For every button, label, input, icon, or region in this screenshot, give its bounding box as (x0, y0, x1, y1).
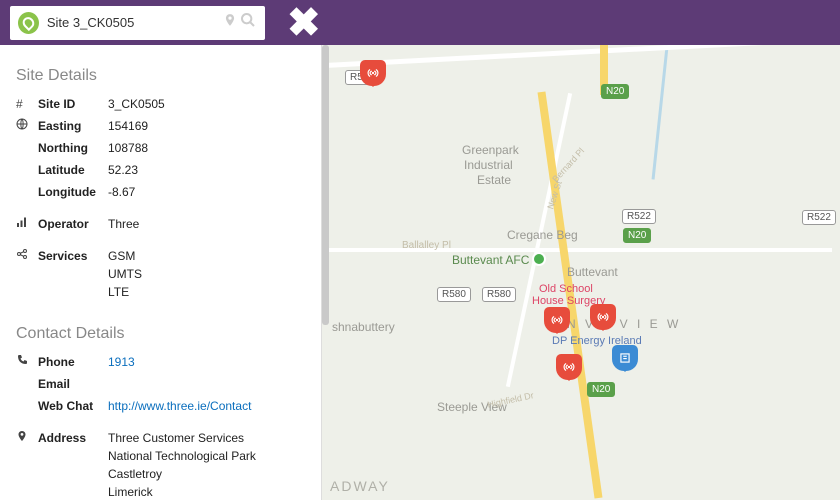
search-icon[interactable] (240, 12, 257, 33)
road-shield: R580 (482, 287, 516, 302)
place-label: N V E V I E W (567, 317, 681, 331)
services-label: Services (38, 247, 108, 301)
share-icon (16, 247, 38, 301)
street-label: Highfield Dr (486, 390, 534, 410)
hash-icon: # (16, 95, 38, 113)
road-shield: R522 (622, 209, 656, 224)
latitude-label: Latitude (38, 161, 108, 179)
easting-label: Easting (38, 117, 108, 135)
site-marker-icon[interactable] (360, 60, 386, 86)
easting-value: 154169 (108, 117, 305, 135)
webchat-label: Web Chat (38, 397, 108, 415)
search-input[interactable] (47, 15, 223, 30)
main-map[interactable]: R522 R522 R522 R580 R580 N20 N20 N20 Gre… (322, 0, 840, 500)
place-label: Buttevant (567, 265, 618, 279)
app-logo-icon (18, 12, 39, 34)
site-marker-icon[interactable] (590, 304, 616, 330)
map-overlay-text: ADWAY (330, 478, 390, 494)
signal-icon (16, 215, 38, 233)
globe-icon (16, 117, 38, 135)
services-value: GSM UMTS LTE (108, 247, 305, 301)
road-shield: R522 (802, 210, 836, 225)
place-label: Greenpark (462, 143, 519, 157)
phone-link[interactable]: 1913 (108, 355, 135, 369)
siteid-label: Site ID (38, 95, 108, 113)
poi-label: Buttevant AFC (452, 253, 529, 267)
site-details-heading: Site Details (16, 67, 305, 85)
place-label: Cregane Beg (507, 228, 578, 242)
webchat-link[interactable]: http://www.three.ie/Contact (108, 399, 251, 413)
top-bar: ✖ (0, 0, 840, 45)
road-shield: N20 (601, 84, 629, 99)
address-value: Three Customer Services National Technol… (108, 429, 305, 500)
selected-marker-icon[interactable] (612, 345, 638, 371)
northing-value: 108788 (108, 139, 305, 157)
contact-details-heading: Contact Details (16, 325, 305, 343)
street-label: Ballalley Pl (402, 240, 451, 251)
phone-icon (16, 353, 38, 371)
address-label: Address (38, 429, 108, 500)
road-shield: R580 (437, 287, 471, 302)
latitude-value: 52.23 (108, 161, 305, 179)
site-marker-icon[interactable] (544, 307, 570, 333)
road-shield: N20 (623, 228, 651, 243)
poi-label: Old School (539, 283, 593, 295)
details-panel: Site Details # Site ID 3_CK0505 Easting … (0, 0, 322, 500)
email-label: Email (38, 375, 108, 393)
search-box (10, 6, 265, 40)
place-label: Estate (477, 173, 511, 187)
address-pin-icon (16, 429, 38, 500)
operator-label: Operator (38, 215, 108, 233)
northing-label: Northing (38, 139, 108, 157)
longitude-value: -8.67 (108, 183, 305, 201)
siteid-value: 3_CK0505 (108, 95, 305, 113)
site-marker-icon[interactable] (556, 354, 582, 380)
road-shield: N20 (587, 382, 615, 397)
place-label: shnabuttery (332, 320, 395, 334)
poi-pin-icon (532, 252, 546, 266)
location-pin-icon[interactable] (223, 13, 240, 32)
longitude-label: Longitude (38, 183, 108, 201)
panel-scrollbar[interactable] (322, 45, 329, 325)
operator-value: Three (108, 215, 305, 233)
place-label: Industrial (464, 158, 513, 172)
close-icon[interactable]: ✖ (287, 3, 321, 43)
email-value (108, 375, 305, 393)
phone-label: Phone (38, 353, 108, 371)
